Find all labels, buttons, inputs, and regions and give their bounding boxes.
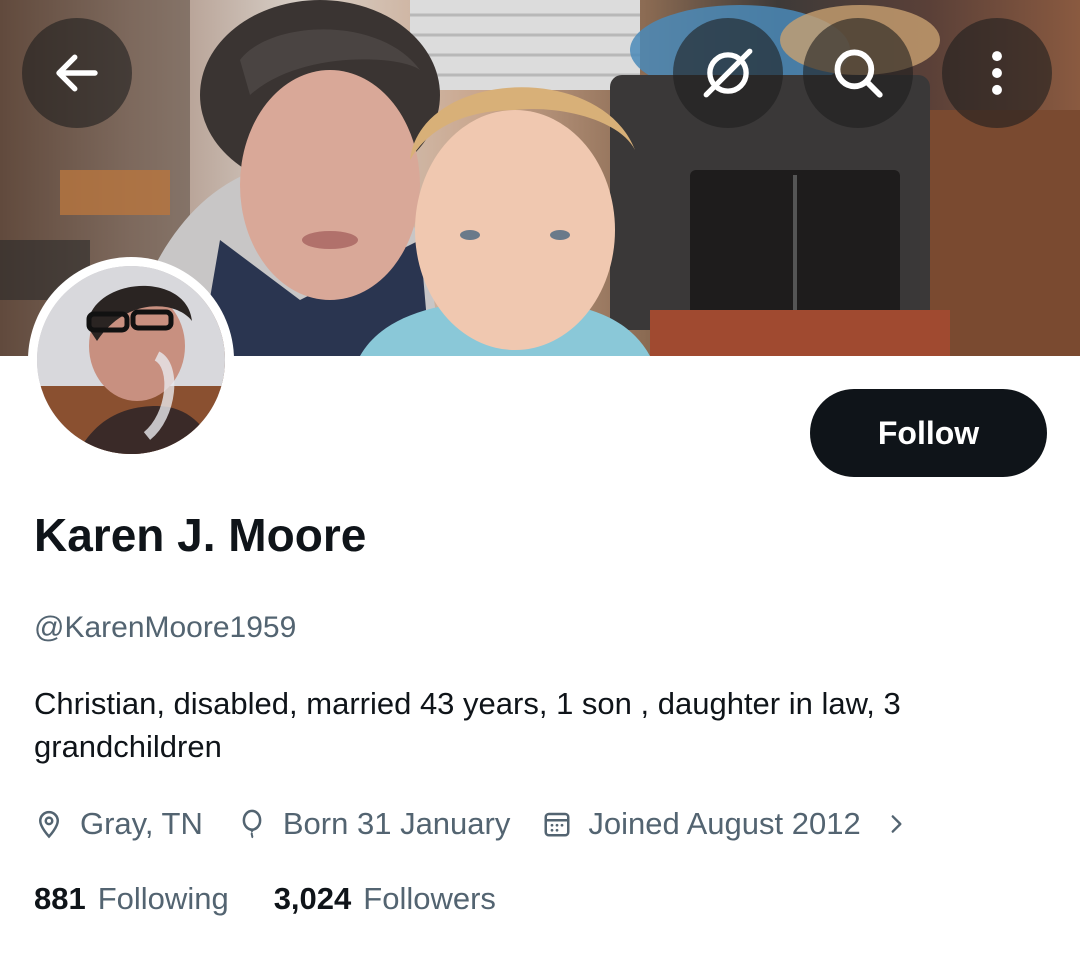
more-options-button[interactable]	[942, 18, 1052, 128]
search-icon	[834, 49, 883, 98]
location-item: Gray, TN	[34, 806, 203, 842]
balloon-icon	[242, 809, 262, 839]
location-pin-icon	[38, 810, 60, 839]
followers-link[interactable]: 3,024 Followers	[274, 881, 496, 917]
grok-button[interactable]	[673, 18, 783, 128]
back-button[interactable]	[22, 18, 132, 128]
following-label: Following	[97, 881, 229, 916]
followers-label: Followers	[363, 881, 496, 916]
grok-icon	[703, 48, 753, 98]
following-link[interactable]: 881 Following	[34, 881, 229, 917]
location-text: Gray, TN	[80, 806, 203, 841]
avatar-photo	[37, 266, 225, 454]
bio-text: Christian, disabled, married 43 years, 1…	[34, 686, 901, 764]
following-count: 881	[34, 881, 86, 916]
arrow-left-icon	[56, 54, 98, 92]
follow-button[interactable]: Follow	[810, 389, 1047, 477]
follow-stats: 881 Following 3,024 Followers	[34, 878, 496, 920]
joined-text: Joined August 2012	[588, 806, 861, 841]
calendar-icon	[544, 812, 570, 837]
chevron-right-icon[interactable]	[883, 811, 909, 837]
display-name: Karen J. Moore	[34, 509, 367, 561]
birthday-item: Born 31 January	[237, 806, 510, 842]
avatar[interactable]	[28, 257, 234, 463]
search-button[interactable]	[803, 18, 913, 128]
user-handle: @KarenMoore1959	[34, 611, 297, 644]
birthday-text: Born 31 January	[282, 806, 511, 841]
more-vertical-icon	[992, 51, 1002, 95]
joined-item[interactable]: Joined August 2012	[542, 806, 908, 842]
followers-count: 3,024	[273, 881, 352, 916]
profile-meta: Gray, TN Born 31 January Joined August 2…	[34, 801, 909, 847]
